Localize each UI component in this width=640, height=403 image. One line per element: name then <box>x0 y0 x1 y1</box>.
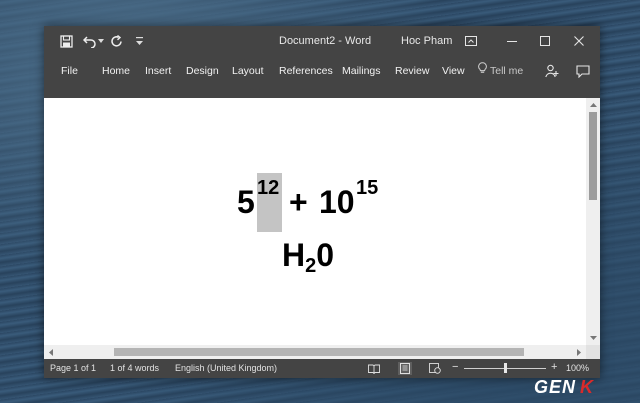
tab-layout[interactable]: Layout <box>232 61 264 81</box>
customize-qat-icon[interactable] <box>134 33 144 49</box>
zoom-out-button[interactable]: − <box>452 361 458 373</box>
horizontal-scrollbar[interactable] <box>44 345 586 359</box>
vertical-scrollbar[interactable] <box>586 98 600 345</box>
word-window: Document2 - Word Hoc Pham File Home Inse… <box>44 26 600 378</box>
tab-review[interactable]: Review <box>395 61 429 81</box>
tab-file[interactable]: File <box>61 61 78 81</box>
page-count[interactable]: Page 1 of 1 <box>50 363 96 373</box>
genk-logo-k: K <box>580 376 595 397</box>
status-bar: Page 1 of 1 1 of 4 words English (United… <box>44 359 600 378</box>
user-name[interactable]: Hoc Pham <box>401 35 452 47</box>
eq1-base-5: 5 <box>237 184 255 220</box>
redo-icon[interactable] <box>108 33 124 49</box>
zoom-level[interactable]: 100% <box>566 363 589 373</box>
scroll-left-icon[interactable] <box>45 345 57 359</box>
title-bar: Document2 - Word Hoc Pham <box>44 26 600 56</box>
eq1-plus: + <box>289 184 308 220</box>
word-count[interactable]: 1 of 4 words <box>110 363 159 373</box>
scroll-right-icon[interactable] <box>573 345 585 359</box>
maximize-icon[interactable] <box>536 32 554 50</box>
vertical-scroll-thumb[interactable] <box>589 112 597 200</box>
genk-logo-text: GEN <box>534 376 577 397</box>
window-title: Document2 - Word <box>279 35 372 47</box>
horizontal-scroll-thumb[interactable] <box>114 348 524 356</box>
scroll-down-icon[interactable] <box>586 332 600 344</box>
ribbon-display-options-icon[interactable] <box>462 32 480 50</box>
print-layout-icon[interactable] <box>398 362 412 375</box>
document-page[interactable]: 5 12 + 10 15 H20 <box>44 98 586 345</box>
share-icon[interactable] <box>543 62 561 80</box>
eq1-base-10: 10 <box>319 184 355 220</box>
web-layout-icon[interactable] <box>428 362 442 375</box>
tab-design[interactable]: Design <box>186 61 219 81</box>
eq1-superscript-12[interactable]: 12 <box>257 177 279 200</box>
scrollbar-corner <box>586 345 600 359</box>
eq2-subscript-2: 2 <box>305 255 317 277</box>
comments-icon[interactable] <box>574 62 592 80</box>
tab-mailings[interactable]: Mailings <box>342 61 381 81</box>
undo-icon[interactable] <box>82 33 98 49</box>
tab-references[interactable]: References <box>279 61 333 81</box>
close-icon[interactable] <box>570 32 588 50</box>
minimize-icon[interactable] <box>503 32 521 50</box>
scroll-up-icon[interactable] <box>586 99 600 111</box>
undo-dropdown-icon[interactable] <box>97 33 105 49</box>
ribbon: File Home Insert Design Layout Reference… <box>44 56 600 98</box>
zoom-in-button[interactable]: + <box>551 361 557 373</box>
tell-me-box[interactable]: Tell me <box>478 61 523 81</box>
eq2-zero: 0 <box>316 237 335 273</box>
language-indicator[interactable]: English (United Kingdom) <box>175 363 277 373</box>
zoom-slider-thumb[interactable] <box>504 363 507 373</box>
tab-insert[interactable]: Insert <box>145 61 171 81</box>
equation-h2o[interactable]: H20 <box>282 237 334 277</box>
eq2-h: H <box>282 237 306 273</box>
read-mode-icon[interactable] <box>367 362 381 375</box>
genk-watermark: GEN K <box>534 376 594 398</box>
tab-home[interactable]: Home <box>102 61 130 81</box>
eq1-superscript-15: 15 <box>356 177 379 199</box>
lightbulb-icon <box>478 61 487 81</box>
save-icon[interactable] <box>58 33 74 49</box>
tab-view[interactable]: View <box>442 61 465 81</box>
tell-me-label: Tell me <box>490 65 524 77</box>
